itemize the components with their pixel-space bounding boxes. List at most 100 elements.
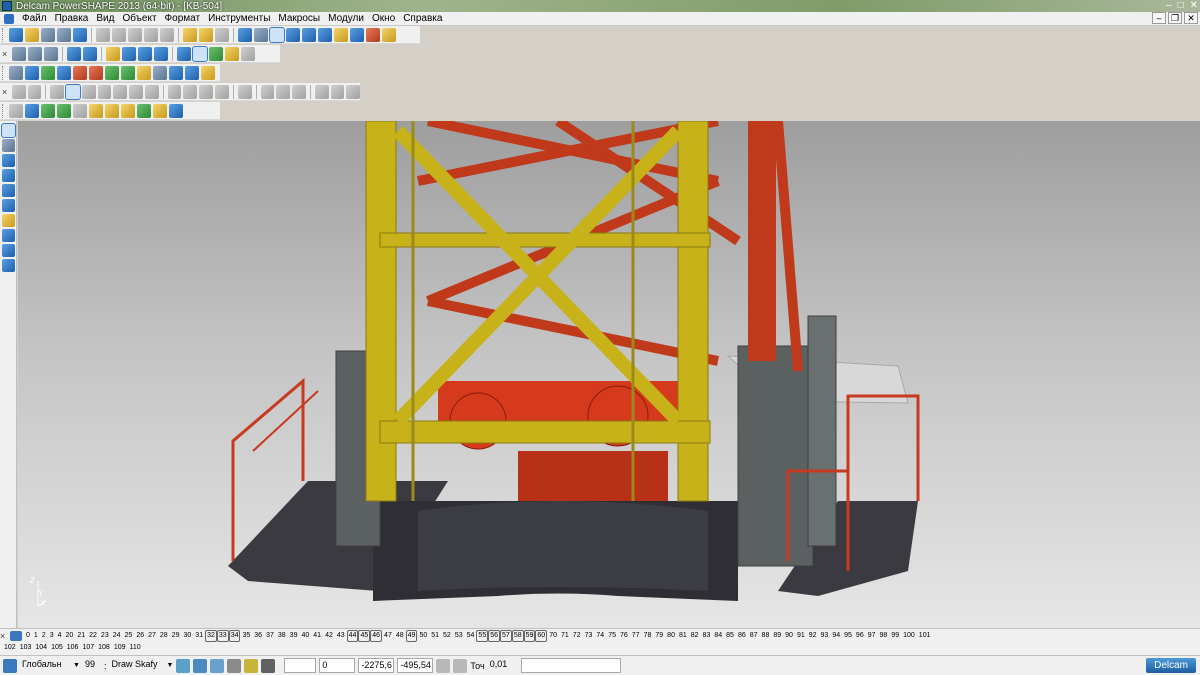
snap-icon[interactable] [176, 658, 191, 673]
blend2-icon[interactable] [276, 84, 291, 99]
save-as-icon[interactable] [57, 27, 71, 42]
level-96[interactable]: 96 [854, 631, 866, 641]
menu-macros[interactable]: Макросы [274, 13, 324, 24]
level-55[interactable]: 55 [476, 630, 489, 642]
wireframe-icon[interactable] [350, 27, 364, 42]
level-105[interactable]: 105 [49, 643, 65, 653]
menu-object[interactable]: Объект [118, 13, 160, 24]
menu-help[interactable]: Справка [399, 13, 446, 24]
level-109[interactable]: 109 [112, 643, 128, 653]
menu-view[interactable]: Вид [92, 13, 118, 24]
solid-cylinder-icon[interactable] [81, 84, 96, 99]
level-46[interactable]: 46 [370, 630, 383, 642]
draft-icon[interactable] [169, 103, 183, 118]
level-82[interactable]: 82 [689, 631, 701, 641]
level-24[interactable]: 24 [111, 631, 123, 641]
feature-icon[interactable] [237, 84, 252, 99]
graphics-viewport[interactable]: Z Y X [18, 121, 1200, 628]
cube-icon[interactable] [137, 65, 151, 80]
view-side-icon[interactable] [44, 46, 58, 61]
arrow-icon[interactable] [121, 65, 135, 80]
measure-icon[interactable] [318, 27, 332, 42]
level-97[interactable]: 97 [866, 631, 878, 641]
level-30[interactable]: 30 [182, 631, 194, 641]
print-icon[interactable] [73, 27, 87, 42]
level-77[interactable]: 77 [630, 631, 642, 641]
info-icon[interactable] [169, 65, 183, 80]
pattern-icon[interactable] [89, 103, 103, 118]
levels-icon[interactable] [10, 631, 22, 641]
level-57[interactable]: 57 [500, 630, 512, 642]
pointer-icon[interactable] [269, 26, 285, 43]
solid-icon[interactable] [50, 84, 65, 99]
level-51[interactable]: 51 [429, 631, 441, 641]
blend3-icon[interactable] [292, 84, 306, 99]
level-80[interactable]: 80 [665, 631, 677, 641]
rectangle-icon[interactable] [1, 184, 15, 197]
level-53[interactable]: 53 [453, 631, 465, 641]
fillet3-icon[interactable] [346, 84, 361, 99]
dimension-icon[interactable] [1, 229, 15, 242]
select-arrow-icon[interactable] [0, 123, 16, 138]
level-52[interactable]: 52 [441, 631, 453, 641]
play-icon[interactable] [105, 65, 119, 80]
level-85[interactable]: 85 [724, 631, 736, 641]
level-23[interactable]: 23 [99, 631, 111, 641]
solid-ext-icon[interactable] [144, 84, 159, 99]
level-select[interactable]: Draw Skafy [109, 658, 165, 673]
new-file-icon[interactable] [9, 27, 23, 42]
cut-icon[interactable] [96, 27, 110, 42]
command-input[interactable] [520, 658, 621, 673]
menu-edit[interactable]: Правка [51, 13, 93, 24]
level-72[interactable]: 72 [571, 631, 583, 641]
undo-icon[interactable] [183, 27, 197, 42]
level-83[interactable]: 83 [701, 631, 713, 641]
view-front-icon[interactable] [28, 46, 42, 61]
coord-y-field[interactable]: -495,54 [397, 658, 434, 673]
zoom-icon[interactable] [122, 46, 136, 61]
level-102[interactable]: 102 [2, 643, 18, 653]
view-top-icon[interactable] [12, 46, 26, 61]
blend-icon[interactable] [260, 84, 275, 99]
level-100[interactable]: 100 [901, 631, 917, 641]
thread-icon[interactable] [137, 103, 151, 118]
level-47[interactable]: 47 [382, 631, 394, 641]
level-dropdown-icon[interactable]: ▼ [166, 662, 173, 669]
level-1[interactable]: 1 [32, 631, 40, 641]
edit-icon[interactable] [9, 103, 23, 118]
boolean4-icon[interactable] [215, 84, 229, 99]
level-20[interactable]: 20 [64, 631, 76, 641]
level-110[interactable]: 110 [128, 643, 143, 653]
workplane-icon[interactable] [1, 139, 15, 152]
solid-sphere-icon[interactable] [113, 84, 128, 99]
level-54[interactable]: 54 [465, 631, 477, 641]
doc-restore-button[interactable]: ❐ [1168, 12, 1182, 24]
level-26[interactable]: 26 [134, 631, 146, 641]
boolean3-icon[interactable] [199, 84, 214, 99]
level-107[interactable]: 107 [80, 643, 96, 653]
close-button[interactable]: ✕ [1190, 0, 1198, 11]
workplane-status-icon[interactable] [3, 658, 17, 673]
cursor-snap-icon[interactable] [244, 658, 259, 673]
boolean2-icon[interactable] [183, 84, 198, 99]
xy-icon[interactable] [25, 103, 39, 118]
level-33[interactable]: 33 [216, 630, 229, 642]
coord-field-0[interactable]: 0 [319, 658, 356, 673]
level-37[interactable]: 37 [264, 631, 276, 641]
level-95[interactable]: 95 [842, 631, 854, 641]
level-39[interactable]: 39 [288, 631, 300, 641]
open-file-icon[interactable] [25, 27, 39, 42]
surface2-icon[interactable] [27, 84, 42, 99]
level-79[interactable]: 79 [653, 631, 665, 641]
levels-close-icon[interactable]: × [0, 631, 8, 641]
level-93[interactable]: 93 [819, 631, 831, 641]
fillet-icon[interactable] [314, 84, 329, 99]
boolean-icon[interactable] [167, 84, 182, 99]
zoom-in-icon[interactable] [138, 46, 152, 61]
zoom-window-icon[interactable] [106, 46, 120, 61]
array-icon[interactable] [105, 103, 119, 118]
redo-icon[interactable] [199, 27, 213, 42]
circle-icon[interactable] [1, 199, 15, 212]
calculator-status-icon[interactable] [436, 658, 451, 673]
level-4[interactable]: 4 [56, 631, 64, 641]
